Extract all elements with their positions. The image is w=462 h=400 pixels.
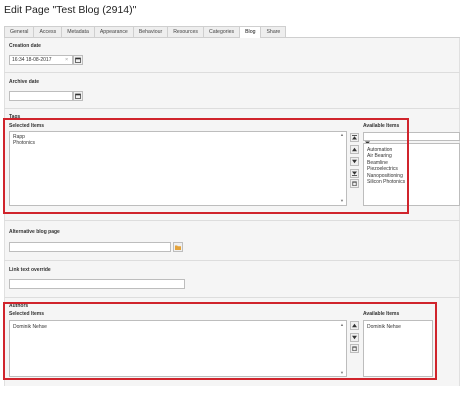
list-item[interactable]: Photonics (10, 140, 346, 146)
move-bottom-button[interactable] (350, 169, 359, 178)
page-browser-button[interactable] (173, 242, 183, 252)
scroll-down-icon[interactable]: ▼ (340, 198, 344, 203)
tab-behaviour[interactable]: Behaviour (132, 26, 169, 37)
tab-resources[interactable]: Resources (167, 26, 204, 37)
folder-icon (175, 245, 181, 250)
remove-button[interactable] (350, 344, 359, 353)
authors-selected-list[interactable]: Dominik Nehse (9, 320, 347, 377)
trash-icon (352, 346, 357, 351)
authors-available-label: Available Items (363, 311, 400, 317)
tags-filter-input[interactable] (363, 132, 460, 141)
chevron-down-icon (352, 159, 357, 164)
tab-categories[interactable]: Categories (202, 26, 241, 37)
tags-available-label: Available Items (363, 123, 400, 129)
link-text-override-label: Link text override (9, 267, 51, 273)
tab-share[interactable]: Share (260, 26, 287, 37)
tab-appearance[interactable]: Appearance (93, 26, 134, 37)
scroll-down-icon[interactable]: ▼ (340, 370, 344, 375)
clear-date-icon[interactable]: × (65, 56, 68, 64)
move-top-icon (352, 135, 357, 140)
divider (4, 297, 460, 298)
chevron-up-icon (352, 323, 357, 328)
tab-metadata[interactable]: Metadata (61, 26, 95, 37)
scroll-up-icon[interactable]: ▲ (340, 322, 344, 327)
calendar-icon (75, 93, 81, 99)
divider (4, 220, 460, 221)
archive-date-label: Archive date (9, 79, 40, 85)
tab-general[interactable]: General (4, 26, 35, 37)
move-up-button[interactable] (350, 145, 359, 154)
list-item[interactable]: Dominik Nehse (364, 324, 432, 330)
list-item[interactable]: Silicon Photonics (364, 179, 459, 185)
calendar-button[interactable] (73, 55, 83, 65)
alternative-blog-page-input[interactable] (9, 242, 171, 252)
authors-section-label: Authors (9, 303, 29, 309)
calendar-button[interactable] (73, 91, 83, 101)
move-top-button[interactable] (350, 133, 359, 142)
list-item[interactable]: Dominik Nehse (10, 324, 346, 330)
move-bottom-icon (352, 171, 357, 176)
divider (4, 108, 460, 109)
tab-access[interactable]: Access (33, 26, 63, 37)
chevron-up-icon (352, 147, 357, 152)
alternative-blog-page-label: Alternative blog page (9, 229, 60, 235)
scroll-up-icon[interactable]: ▲ (340, 132, 344, 137)
authors-selected-label: Selected Items (9, 311, 45, 317)
creation-date-input[interactable]: 16:34 18-08-2017 (9, 55, 73, 65)
remove-button[interactable] (350, 179, 359, 188)
tags-section-label: Tags (9, 114, 21, 120)
divider (4, 72, 460, 73)
move-down-button[interactable] (350, 333, 359, 342)
tab-bar: General Access Metadata Appearance Behav… (4, 26, 460, 38)
tab-blog[interactable]: Blog (239, 26, 262, 38)
authors-available-list[interactable]: Dominik Nehse (363, 320, 433, 377)
tags-available-list[interactable]: Automation Air Bearing Beamline Piezoele… (363, 143, 460, 206)
page-title: Edit Page "Test Blog (2914)" (4, 4, 137, 16)
move-up-button[interactable] (350, 321, 359, 330)
chevron-down-icon (352, 335, 357, 340)
trash-icon (352, 181, 357, 186)
calendar-icon (75, 57, 81, 63)
divider (4, 260, 460, 261)
creation-date-label: Creation date (9, 43, 41, 49)
archive-date-input[interactable] (9, 91, 73, 101)
link-text-override-input[interactable] (9, 279, 185, 289)
tags-selected-label: Selected Items (9, 123, 45, 129)
tags-selected-list[interactable]: Rapp Photonics (9, 131, 347, 206)
move-down-button[interactable] (350, 157, 359, 166)
